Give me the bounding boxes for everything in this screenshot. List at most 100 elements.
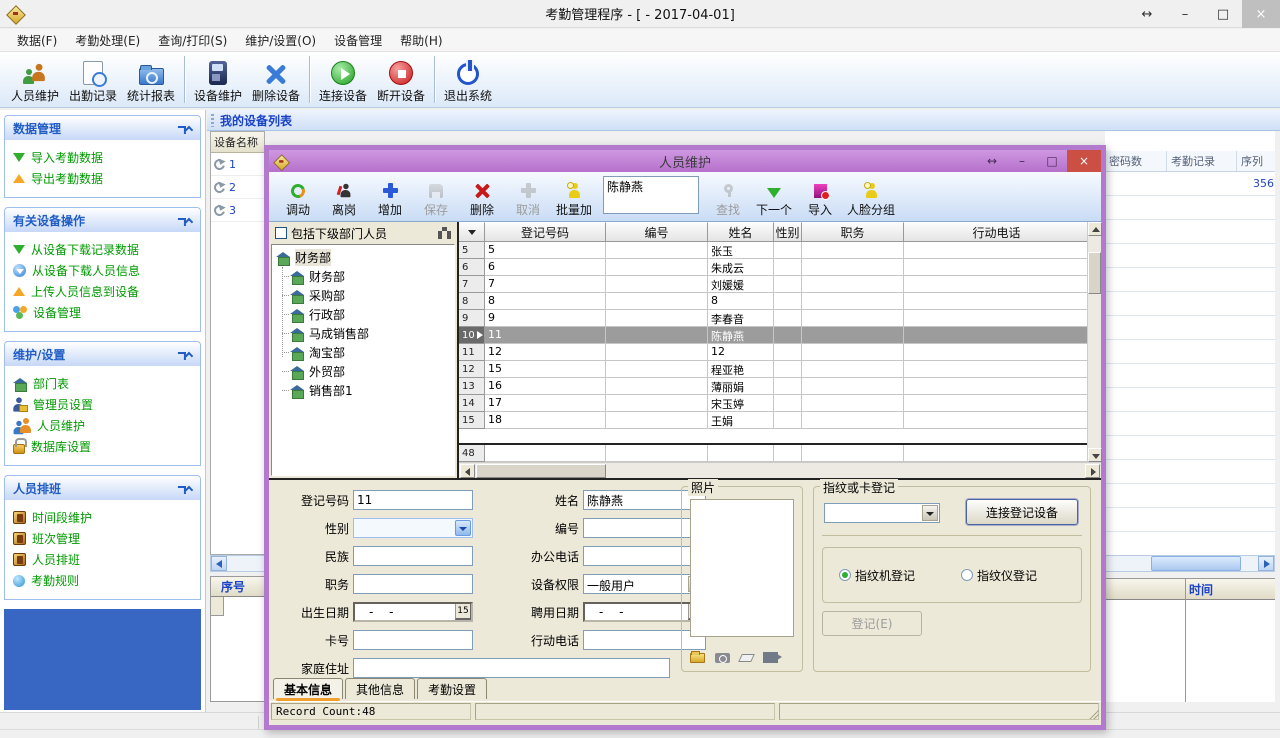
search-input[interactable] (603, 176, 699, 214)
minimize-button[interactable]: – (1166, 0, 1204, 28)
grid-row[interactable]: 1417宋玉婷 (459, 395, 1101, 412)
disconnect-device-button[interactable]: 断开设备 (372, 52, 430, 107)
tree-node[interactable]: 财务部 (290, 267, 454, 286)
birth-date-field[interactable]: - -15 (353, 602, 473, 622)
connect-device-button[interactable]: 连接设备 (314, 52, 372, 107)
device-row[interactable]: 1 (211, 153, 264, 176)
grid-vscrollbar[interactable] (1087, 222, 1101, 462)
sidebar-item-personnel-scheduling[interactable]: 人员排班 (13, 549, 194, 570)
grid-hscrollbar[interactable] (459, 462, 1101, 478)
calendar-button[interactable]: 15 (455, 604, 471, 620)
sidebar-item-department-table[interactable]: 部门表 (13, 373, 194, 394)
sidebar-item-import-data[interactable]: 导入考勤数据 (13, 147, 194, 168)
fingerprint-reader-radio[interactable]: 指纹仪登记 (961, 567, 1037, 584)
scroll-left-button[interactable] (211, 556, 227, 571)
add-button[interactable]: 增加 (367, 172, 413, 221)
device-maintain-button[interactable]: 设备维护 (189, 52, 247, 107)
col-registration-number[interactable]: 登记号码 (485, 222, 606, 242)
cancel-button[interactable]: 取消 (505, 172, 551, 221)
card-number-input[interactable] (353, 630, 473, 650)
scroll-right-button[interactable] (1258, 556, 1274, 571)
sidebar-item-database-settings[interactable]: 数据库设置 (13, 436, 194, 457)
grid-row-selected[interactable]: 1011陈静燕 (459, 327, 1101, 344)
dialog-resize-button[interactable]: ↔ (977, 150, 1007, 172)
col-mobile[interactable]: 行动电话 (904, 222, 1089, 242)
menu-device[interactable]: 设备管理 (325, 29, 391, 52)
menu-maintain[interactable]: 维护/设置(O) (236, 29, 325, 52)
dialog-close-button[interactable]: × (1067, 150, 1101, 172)
grid-row[interactable]: 888 (459, 293, 1101, 310)
import-button[interactable]: 导入 (797, 172, 843, 221)
tree-node[interactable]: 外贸部 (290, 362, 454, 381)
attendance-records-button[interactable]: 出勤记录 (64, 52, 122, 107)
sidebar-item-download-records[interactable]: 从设备下载记录数据 (13, 239, 194, 260)
grid-row[interactable]: 1316薄丽娟 (459, 378, 1101, 395)
section-header[interactable]: 数据管理 (5, 116, 200, 140)
tab-attendance-settings[interactable]: 考勤设置 (417, 678, 487, 699)
tree-node[interactable]: 行政部 (290, 305, 454, 324)
sidebar-item-attendance-rules[interactable]: 考勤规则 (13, 570, 194, 591)
include-sub-depts-checkbox[interactable] (275, 227, 287, 239)
dialog-maximize-button[interactable]: □ (1037, 150, 1067, 172)
sidebar-item-upload-personnel[interactable]: 上传人员信息到设备 (13, 281, 194, 302)
close-button[interactable]: × (1242, 0, 1280, 28)
sidebar-item-admin-settings[interactable]: 管理员设置 (13, 394, 194, 415)
col-code[interactable]: 编号 (606, 222, 708, 242)
exit-button[interactable]: 退出系统 (439, 52, 497, 107)
camera-icon[interactable] (715, 653, 730, 663)
position-input[interactable] (353, 574, 473, 594)
next-button[interactable]: 下一个 (751, 172, 797, 221)
leave-post-button[interactable]: 离岗 (321, 172, 367, 221)
grid-row[interactable]: 1518王娟 (459, 412, 1101, 429)
sidebar-item-export-data[interactable]: 导出考勤数据 (13, 168, 194, 189)
connect-register-device-button[interactable]: 连接登记设备 (966, 499, 1078, 525)
menu-query-print[interactable]: 查询/打印(S) (149, 29, 236, 52)
org-chart-icon[interactable] (438, 227, 451, 239)
grid-row[interactable]: 77刘媛媛 (459, 276, 1101, 293)
scroll-thumb[interactable] (476, 464, 606, 478)
device-row[interactable]: 3 (211, 199, 264, 222)
grid-row[interactable]: 1215程亚艳 (459, 361, 1101, 378)
sidebar-item-shift-management[interactable]: 班次管理 (13, 528, 194, 549)
ethnic-input[interactable] (353, 546, 473, 566)
statistics-button[interactable]: 统计报表 (122, 52, 180, 107)
col-position[interactable]: 职务 (802, 222, 904, 242)
resize-grip[interactable] (1089, 709, 1099, 719)
save-button[interactable]: 保存 (413, 172, 459, 221)
batch-add-button[interactable]: 批量加 (551, 172, 597, 221)
device-list-tabstrip[interactable]: 我的设备列表 (207, 110, 1280, 131)
resize-button[interactable]: ↔ (1128, 0, 1166, 28)
face-group-button[interactable]: 人脸分组 (843, 172, 899, 221)
menu-data[interactable]: 数据(F) (8, 29, 66, 52)
scroll-thumb[interactable] (1151, 556, 1241, 571)
capture-icon[interactable] (763, 652, 778, 663)
scroll-down-button[interactable] (1088, 448, 1102, 462)
scroll-left-button[interactable] (460, 464, 475, 478)
section-header[interactable]: 人员排班 (5, 476, 200, 500)
erase-photo-icon[interactable] (738, 654, 755, 662)
device-combo[interactable] (824, 503, 940, 523)
section-header[interactable]: 维护/设置 (5, 342, 200, 366)
tab-basic-info[interactable]: 基本信息 (273, 678, 343, 699)
sidebar-item-download-personnel[interactable]: 从设备下载人员信息 (13, 260, 194, 281)
scroll-thumb[interactable] (1088, 252, 1101, 294)
personnel-button[interactable]: 人员维护 (6, 52, 64, 107)
menu-help[interactable]: 帮助(H) (391, 29, 451, 52)
sidebar-item-device-management[interactable]: 设备管理 (13, 302, 194, 323)
delete-device-button[interactable]: 删除设备 (247, 52, 305, 107)
tree-node[interactable]: 采购部 (290, 286, 454, 305)
address-input[interactable] (353, 658, 670, 678)
tree-node[interactable]: 销售部1 (290, 381, 454, 400)
tab-my-device-list[interactable]: 我的设备列表 (220, 112, 292, 129)
tab-other-info[interactable]: 其他信息 (345, 678, 415, 699)
menu-attendance[interactable]: 考勤处理(E) (66, 29, 149, 52)
registration-input[interactable] (353, 490, 473, 510)
col-name[interactable]: 姓名 (708, 222, 774, 242)
gender-combo[interactable] (353, 518, 473, 538)
grid-row[interactable]: 66朱成云 (459, 259, 1101, 276)
tree-node-root[interactable]: 财务部 (276, 248, 454, 267)
scroll-up-button[interactable] (1088, 222, 1102, 236)
device-row[interactable]: 2 (211, 176, 264, 199)
register-button[interactable]: 登记(E) (822, 611, 922, 636)
col-gender[interactable]: 性别 (774, 222, 802, 242)
